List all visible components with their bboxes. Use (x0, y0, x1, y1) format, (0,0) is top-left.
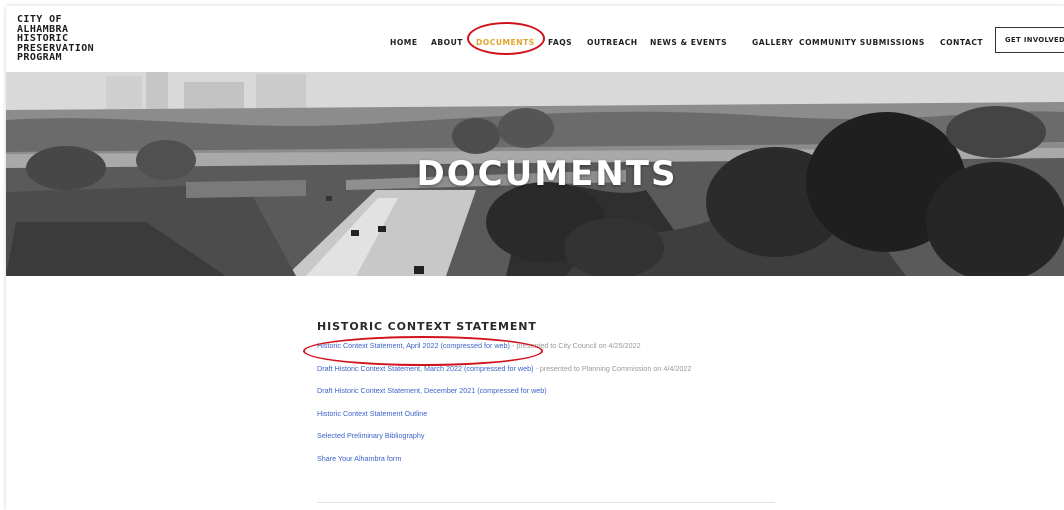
logo-line: PROGRAM (17, 52, 62, 63)
document-note: - presented to Planning Commission on 4/… (533, 363, 692, 373)
list-item: Draft Historic Context Statement, Decemb… (317, 386, 787, 409)
nav-item-outreach[interactable]: OUTREACH (587, 38, 638, 47)
document-link-bibliography[interactable]: Selected Preliminary Bibliography (317, 431, 424, 440)
nav-item-gallery[interactable]: GALLERY (752, 38, 793, 47)
document-link-draft-december-2021[interactable]: Draft Historic Context Statement, Decemb… (317, 386, 547, 395)
nav-item-contact[interactable]: CONTACT (940, 38, 983, 47)
document-link-share-form[interactable]: Share Your Alhambra form (317, 454, 401, 463)
site-header: CITY OF ALHAMBRA HISTORIC PRESERVATION P… (6, 6, 1064, 72)
list-item: Share Your Alhambra form (317, 454, 787, 477)
nav-item-home[interactable]: HOME (390, 38, 418, 47)
get-involved-button[interactable]: GET INVOLVED (995, 27, 1064, 53)
hero-banner: DOCUMENTS (6, 72, 1064, 276)
document-note: - presented to City Council on 4/25/2022 (509, 341, 641, 350)
list-item: Historic Context Statement Outline (317, 409, 787, 432)
list-item: Selected Preliminary Bibliography (317, 431, 787, 454)
nav-item-news-events[interactable]: NEWS & EVENTS (650, 38, 727, 47)
list-item: Draft Historic Context Statement, March … (317, 364, 787, 387)
nav-item-documents[interactable]: DOCUMENTS (476, 38, 535, 47)
nav-item-community-submissions[interactable]: COMMUNITY SUBMISSIONS (799, 38, 925, 47)
nav-item-about[interactable]: ABOUT (431, 38, 463, 47)
divider (317, 502, 775, 503)
main-content: HISTORIC CONTEXT STATEMENT Historic Cont… (317, 320, 787, 476)
site-logo[interactable]: CITY OF ALHAMBRA HISTORIC PRESERVATION P… (17, 15, 94, 63)
document-link-outline[interactable]: Historic Context Statement Outline (317, 409, 427, 418)
page-title: DOCUMENTS (416, 154, 678, 194)
documents-list: Historic Context Statement, April 2022 (… (317, 341, 787, 476)
page: CITY OF ALHAMBRA HISTORIC PRESERVATION P… (6, 6, 1064, 510)
list-item: Historic Context Statement, April 2022 (… (317, 341, 787, 364)
section-title: HISTORIC CONTEXT STATEMENT (317, 320, 537, 333)
nav-item-faqs[interactable]: FAQS (548, 38, 572, 47)
document-link-draft-march-2022[interactable]: Draft Historic Context Statement, March … (317, 364, 534, 373)
document-link-hcs-april-2022[interactable]: Historic Context Statement, April 2022 (… (317, 341, 510, 350)
